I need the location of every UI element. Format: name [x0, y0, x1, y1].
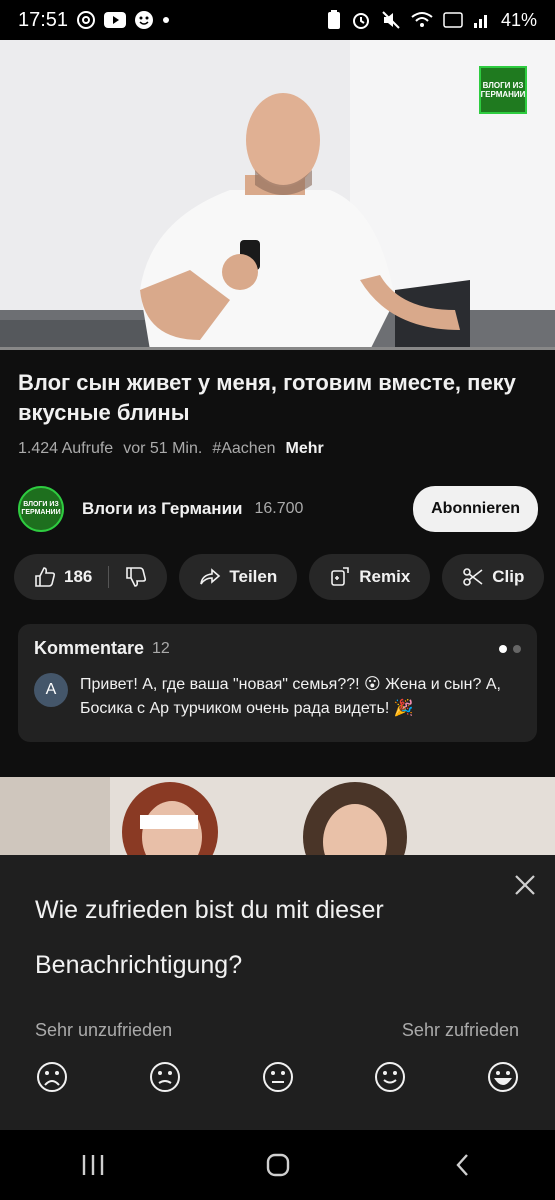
mute-icon [381, 10, 401, 30]
scissors-icon [462, 566, 484, 588]
hashtag-link[interactable]: #Aachen [212, 440, 275, 458]
home-icon[interactable] [265, 1152, 291, 1178]
share-label: Teilen [229, 567, 278, 586]
alarm-icon [351, 10, 371, 30]
comments-card[interactable]: Kommentare 12 A Привет! А, где ваша "нов… [18, 624, 537, 742]
subscribe-button[interactable]: Abonnieren [413, 486, 538, 532]
scale-low-label: Sehr unzufrieden [35, 1020, 173, 1040]
top-comment: A Привет! А, где ваша "новая" семья??! 😮… [34, 673, 521, 721]
status-bar: 17:51 41% [0, 0, 555, 40]
feedback-sheet: Wie zufrieden bist du mit dieser Benachr… [0, 855, 555, 1130]
channel-watermark: ВЛОГИ ИЗ ГЕРМАНИИ [479, 66, 527, 114]
carousel-dots [499, 644, 521, 653]
channel-avatar[interactable]: ВЛОГИ ИЗ ГЕРМАНИИ [18, 486, 64, 532]
recents-icon[interactable] [80, 1153, 106, 1177]
comment-text: Привет! А, где ваша "новая" семья??! 😮 Ж… [80, 676, 501, 717]
upload-age: vor 51 Min. [123, 440, 203, 457]
dot-icon [162, 16, 170, 24]
thumbs-down-icon[interactable] [125, 566, 147, 588]
neutral-icon[interactable] [261, 1060, 295, 1094]
video-frame-illustration [0, 40, 555, 350]
signal-icon [473, 11, 491, 29]
battery-percent: 41% [500, 9, 537, 30]
youtube-icon [104, 12, 127, 28]
back-button[interactable] [433, 1140, 493, 1190]
rating-options [35, 1060, 520, 1094]
very-dissatisfied-icon[interactable] [35, 1060, 69, 1094]
view-count: 1.424 Aufrufe [18, 440, 114, 457]
carousel-dot-active [499, 644, 507, 653]
close-icon[interactable] [514, 874, 536, 896]
clip-button[interactable]: Clip [442, 554, 545, 600]
thumbs-up-icon[interactable] [34, 566, 56, 588]
like-count: 186 [64, 567, 93, 586]
wifi-icon [411, 11, 433, 29]
video-title[interactable]: Влог сын живет у меня, готовим вместе, п… [18, 368, 538, 428]
video-progress-bar[interactable] [0, 347, 555, 350]
close-button[interactable] [511, 871, 539, 899]
like-dislike-button[interactable]: 186 [14, 554, 168, 600]
video-player[interactable]: ВЛОГИ ИЗ ГЕРМАНИИ [0, 40, 555, 350]
comment-author-avatar: A [34, 673, 68, 707]
home-button[interactable] [248, 1140, 308, 1190]
more-button[interactable]: Mehr [286, 440, 324, 458]
video-meta[interactable]: 1.424 Aufrufe vor 51 Min. #Aachen Mehr [18, 440, 324, 458]
scale-high-label: Sehr zufrieden [401, 1020, 519, 1040]
comments-header: Kommentare 12 [34, 638, 521, 659]
face-icon [134, 10, 154, 30]
status-left: 17:51 [18, 9, 170, 32]
next-video-thumbnail[interactable] [0, 777, 555, 857]
comments-title: Kommentare [34, 638, 145, 658]
status-right: 41% [327, 10, 537, 31]
very-satisfied-icon[interactable] [486, 1060, 520, 1094]
at-sign-icon [76, 10, 96, 30]
remix-icon [329, 566, 351, 588]
clip-label: Clip [492, 567, 525, 586]
remix-button[interactable]: Remix [309, 554, 431, 600]
system-nav-bar [0, 1130, 555, 1200]
action-bar: 186 Teilen Remix Clip [14, 554, 555, 600]
satisfied-icon[interactable] [373, 1060, 407, 1094]
channel-name[interactable]: Влоги из Германии [82, 499, 242, 519]
battery-saver-icon [327, 10, 341, 30]
channel-row: ВЛОГИ ИЗ ГЕРМАНИИ Влоги из Германии 16.7… [18, 485, 538, 533]
recents-button[interactable] [63, 1140, 123, 1190]
dissatisfied-icon[interactable] [148, 1060, 182, 1094]
share-icon [199, 566, 221, 588]
subscriber-count: 16.700 [254, 500, 304, 517]
carousel-dot [513, 644, 521, 653]
survey-question: Wie zufrieden bist du mit dieser Benachr… [35, 896, 384, 979]
volte-icon [443, 10, 463, 30]
back-icon[interactable] [453, 1152, 473, 1178]
remix-label: Remix [359, 567, 411, 586]
like-divider [108, 566, 110, 588]
thumbnail-illustration [0, 777, 555, 857]
clock: 17:51 [18, 8, 69, 31]
comments-count: 12 [152, 639, 170, 657]
share-button[interactable]: Teilen [179, 554, 298, 600]
